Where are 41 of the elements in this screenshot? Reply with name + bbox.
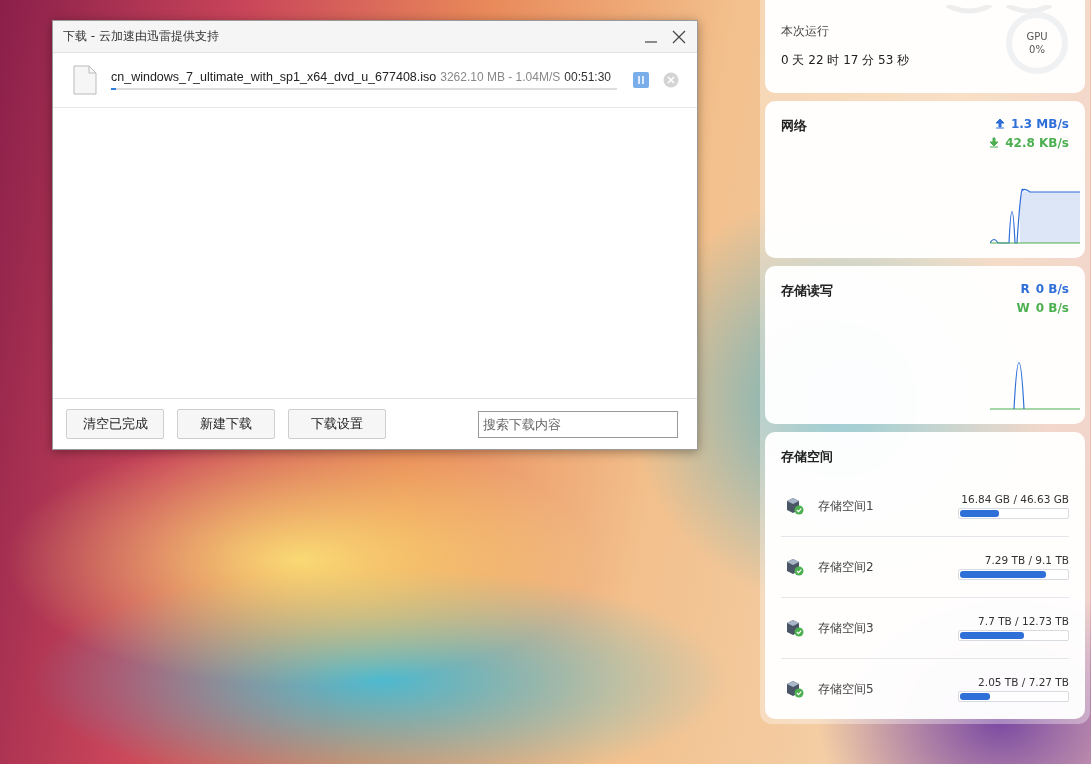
disk-check-icon: [786, 558, 804, 576]
pause-icon: [637, 75, 645, 85]
pause-button[interactable]: [633, 72, 649, 88]
read-label: R: [1020, 282, 1030, 297]
file-details: 3262.10 MB - 1.04M/S: [440, 70, 561, 84]
uptime-label: 本次运行: [781, 23, 830, 40]
read-speed: 0 B/s: [1035, 282, 1069, 297]
write-label: W: [1016, 301, 1030, 316]
upload-icon: [994, 118, 1005, 130]
volume-name: 存储空间5: [818, 680, 875, 698]
gpu-label: GPU: [1026, 31, 1048, 42]
download-speed: 42.8 KB/s: [1005, 135, 1069, 150]
volume-usage: 16.84 GB / 46.63 GB: [961, 493, 1069, 505]
volume-name: 存储空间1: [818, 497, 875, 515]
toolbar-button[interactable]: 新建下载: [177, 409, 275, 439]
disk-check-icon: [786, 497, 804, 515]
disk-check-icon: [786, 680, 804, 698]
disk-check-icon: [786, 619, 804, 637]
gpu-value: 0%: [1029, 44, 1045, 55]
close-button[interactable]: [671, 28, 687, 45]
close-icon: [672, 29, 686, 44]
download-icon: [989, 137, 1000, 149]
search-field[interactable]: 搜索下载内容: [478, 410, 678, 438]
toolbar-button[interactable]: 下载设置: [288, 409, 386, 439]
upload-speed: 1.3 MB/s: [1010, 116, 1069, 131]
volume-usage: 7.29 TB / 9.1 TB: [984, 554, 1069, 566]
time-remaining: 00:51:30: [564, 70, 612, 84]
volume-name: 存储空间3: [818, 619, 875, 637]
volume-usage: 7.7 TB / 12.73 TB: [978, 615, 1069, 627]
volume-name: 存储空间2: [818, 558, 875, 576]
file-icon: [73, 65, 97, 95]
toolbar-button[interactable]: 清空已完成: [66, 409, 164, 439]
card-title: 网络: [781, 116, 807, 135]
window-title: 下载 - 云加速由迅雷提供支持: [63, 28, 220, 45]
uptime-value: 0 天 22 时 17 分 53 秒: [781, 52, 910, 69]
minimize-icon: [645, 40, 657, 43]
card-title: 存储读写: [781, 282, 833, 301]
card-title: 存储空间: [781, 448, 834, 466]
write-speed: 0 B/s: [1035, 301, 1069, 316]
volume-usage: 2.05 TB / 7.27 TB: [978, 676, 1069, 688]
file-name: cn_windows_7_ultimate_with_sp1_x64_dvd_u_677408.iso: [111, 70, 437, 84]
